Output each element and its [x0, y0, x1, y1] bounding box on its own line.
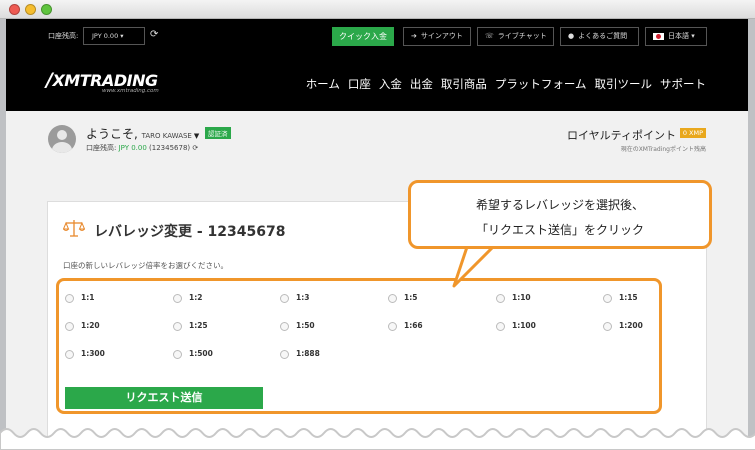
- chevron-down-icon: ▼: [193, 132, 200, 140]
- faq-label: よくあるご質問: [578, 32, 628, 40]
- verified-badge: 認証済: [205, 127, 231, 139]
- radio-icon: [173, 293, 182, 303]
- radio-icon: [280, 321, 289, 331]
- radio-icon: [603, 293, 612, 303]
- leverage-option-1-1[interactable]: 1:1: [65, 293, 94, 303]
- currency-select[interactable]: JPY 0.00 ▾: [83, 27, 145, 45]
- header-balance-label: 口座残高:: [48, 32, 79, 40]
- callout-line-2: 「リクエスト送信」をクリック: [475, 223, 644, 237]
- balance-label: 口座残高:: [86, 144, 117, 152]
- language-label: 日本語 ▾: [668, 32, 695, 40]
- question-icon: ●: [568, 32, 575, 40]
- nav-home[interactable]: ホーム: [306, 76, 340, 92]
- japan-flag-icon: [653, 32, 664, 40]
- callout-line-1: 希望するレバレッジを選択後、: [475, 198, 644, 212]
- livechat-label: ライブチャット: [497, 32, 547, 40]
- loyalty-title: ロイヤルティポイント: [566, 129, 676, 142]
- user-name: TARO KAWASE: [141, 132, 192, 140]
- card-title: レバレッジ変更 - 12345678: [94, 224, 286, 240]
- loyalty-points-badge: 0 XMP: [679, 128, 706, 138]
- radio-icon: [496, 321, 505, 331]
- signout-label: サインアウト: [420, 32, 463, 40]
- instruction-callout: 希望するレバレッジを選択後、 「リクエスト送信」をクリック: [408, 180, 712, 249]
- leverage-option-1-500[interactable]: 1:500: [173, 349, 213, 359]
- radio-icon: [280, 349, 289, 359]
- torn-edge-decoration: [0, 428, 755, 450]
- radio-icon: [280, 293, 289, 303]
- balance-scale-icon: [63, 220, 85, 237]
- leverage-option-1-15[interactable]: 1:15: [603, 293, 638, 303]
- chat-icon: ☏: [485, 32, 494, 40]
- leverage-option-1-66[interactable]: 1:66: [388, 321, 423, 331]
- signout-icon: ➔: [411, 32, 417, 40]
- refresh-icon[interactable]: ⟳: [150, 29, 158, 40]
- leverage-option-1-100[interactable]: 1:100: [496, 321, 536, 331]
- window-frame-right: [748, 19, 755, 450]
- radio-icon: [173, 349, 182, 359]
- leverage-option-1-300[interactable]: 1:300: [65, 349, 105, 359]
- nav-support[interactable]: サポート: [660, 76, 706, 92]
- account-balance: 口座残高: JPY 0.00 (12345678) ⟳: [86, 143, 198, 153]
- faq-button[interactable]: ● よくあるご質問: [560, 27, 639, 46]
- welcome-label: ようこそ,: [86, 127, 138, 141]
- radio-icon: [65, 321, 74, 331]
- signout-button[interactable]: ➔ サインアウト: [403, 27, 471, 46]
- leverage-option-1-10[interactable]: 1:10: [496, 293, 531, 303]
- leverage-option-1-20[interactable]: 1:20: [65, 321, 100, 331]
- main-nav: ホーム 口座 入金 出金 取引商品 プラットフォーム 取引ツール サポート: [306, 76, 706, 92]
- leverage-option-1-2[interactable]: 1:2: [173, 293, 202, 303]
- leverage-option-1-3[interactable]: 1:3: [280, 293, 309, 303]
- radio-icon: [388, 321, 397, 331]
- leverage-option-1-200[interactable]: 1:200: [603, 321, 643, 331]
- minimize-window-icon[interactable]: [25, 4, 36, 15]
- refresh-balance-icon[interactable]: ⟳: [192, 144, 198, 152]
- radio-icon: [65, 293, 74, 303]
- nav-tools[interactable]: 取引ツール: [595, 76, 653, 92]
- radio-icon: [173, 321, 182, 331]
- browser-titlebar: [0, 0, 755, 19]
- leverage-option-1-25[interactable]: 1:25: [173, 321, 208, 331]
- balance-value: JPY 0.00: [118, 144, 147, 152]
- card-description: 口座の新しいレバレッジ倍率をお選びください。: [63, 261, 228, 270]
- page: 口座残高: JPY 0.00 ▾ ⟳ クイック入金 ➔ サインアウト ☏ ライブチャ…: [6, 19, 748, 450]
- nav-products[interactable]: 取引商品: [441, 76, 487, 92]
- radio-icon: [388, 293, 397, 303]
- radio-icon: [65, 349, 74, 359]
- nav-platform[interactable]: プラットフォーム: [495, 76, 587, 92]
- leverage-option-1-5[interactable]: 1:5: [388, 293, 417, 303]
- welcome-text[interactable]: ようこそ, TARO KAWASE ▼: [86, 125, 199, 142]
- leverage-option-1-50[interactable]: 1:50: [280, 321, 315, 331]
- leverage-option-1-888[interactable]: 1:888: [280, 349, 320, 359]
- language-select[interactable]: 日本語 ▾: [645, 27, 707, 46]
- quick-deposit-button[interactable]: クイック入金: [332, 27, 394, 46]
- nav-withdraw[interactable]: 出金: [410, 76, 433, 92]
- radio-icon: [496, 293, 505, 303]
- radio-icon: [603, 321, 612, 331]
- avatar: [48, 125, 76, 153]
- loyalty-subtext: 現在のXMTradingポイント残高: [620, 146, 706, 153]
- leverage-options-highlight: 1:1 1:2 1:3 1:5 1:10 1:15 1:20 1:25 1:50…: [56, 278, 662, 414]
- nav-account[interactable]: 口座: [348, 76, 371, 92]
- site-header: 口座残高: JPY 0.00 ▾ ⟳ クイック入金 ➔ サインアウト ☏ ライブチャ…: [6, 19, 748, 111]
- livechat-button[interactable]: ☏ ライブチャット: [477, 27, 554, 46]
- request-submit-button[interactable]: リクエスト送信: [65, 387, 263, 409]
- maximize-window-icon[interactable]: [41, 4, 52, 15]
- logo-url: www.xmtrading.com: [102, 88, 159, 94]
- close-window-icon[interactable]: [9, 4, 20, 15]
- account-number: (12345678): [149, 144, 191, 152]
- nav-deposit[interactable]: 入金: [379, 76, 402, 92]
- callout-tail: [452, 244, 500, 288]
